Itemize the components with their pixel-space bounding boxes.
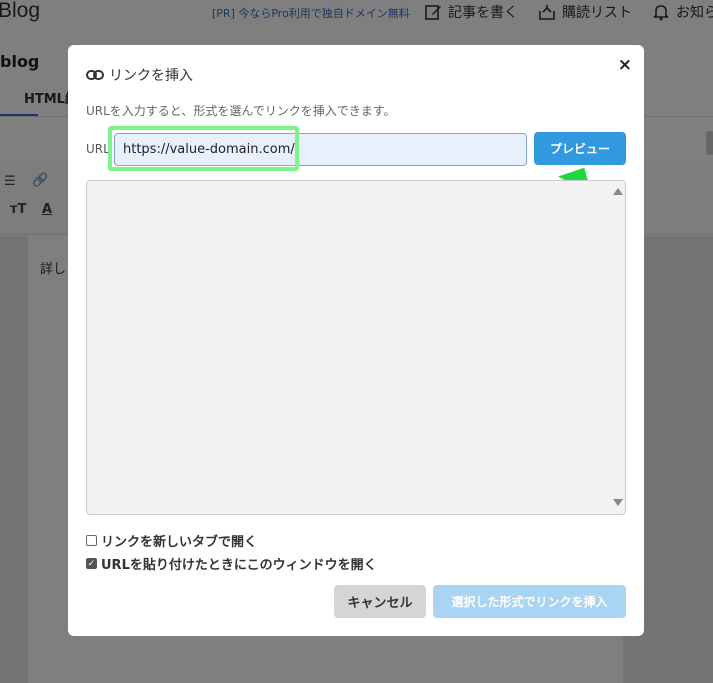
open-new-tab-label: リンクを新しいタブで開く — [101, 535, 258, 550]
close-button[interactable]: × — [618, 55, 632, 75]
open-on-paste-label: URLを貼り付けたときにこのウィンドウを開く — [101, 558, 377, 573]
scroll-down-arrow-icon[interactable] — [613, 499, 623, 506]
insert-link-dialog: リンクを挿入 × URLを入力すると、形式を選んでリンクを挿入できます。 URL… — [68, 45, 644, 636]
url-label: URL — [86, 142, 110, 156]
open-new-tab-checkbox[interactable] — [86, 535, 97, 546]
open-on-paste-option[interactable]: ✓ URLを貼り付けたときにこのウィンドウを開く — [86, 554, 377, 573]
preview-button[interactable]: プレビュー — [534, 132, 626, 165]
preview-pane[interactable] — [86, 180, 626, 515]
dialog-title-text: リンクを挿入 — [109, 68, 193, 84]
scroll-up-arrow-icon[interactable] — [613, 188, 623, 195]
dialog-title: リンクを挿入 — [86, 65, 193, 85]
url-input[interactable] — [114, 133, 527, 166]
cancel-button[interactable]: キャンセル — [334, 585, 426, 618]
insert-link-button[interactable]: 選択した形式でリンクを挿入 — [433, 585, 626, 618]
dialog-description: URLを入力すると、形式を選んでリンクを挿入できます。 — [86, 104, 396, 118]
open-on-paste-checkbox[interactable]: ✓ — [86, 558, 97, 569]
link-icon — [86, 70, 104, 80]
open-new-tab-option[interactable]: リンクを新しいタブで開く — [86, 531, 257, 550]
